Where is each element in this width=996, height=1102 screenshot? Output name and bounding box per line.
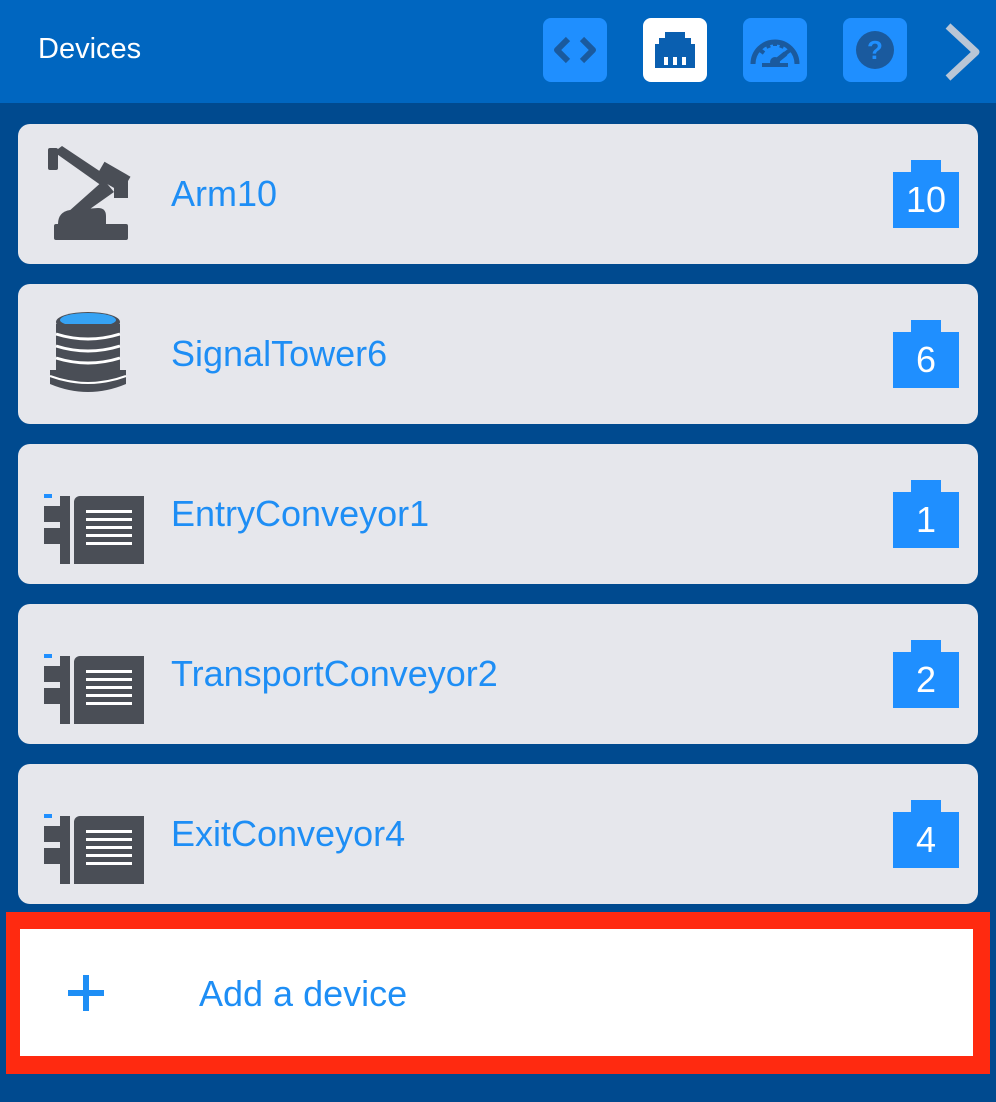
device-card[interactable]: SignalTower6 6 <box>18 284 978 424</box>
devices-view-button[interactable] <box>643 18 707 82</box>
conveyor-icon <box>38 464 156 576</box>
dashboard-view-button[interactable] <box>743 18 807 82</box>
port-badge: 1 <box>893 480 959 548</box>
device-card[interactable]: EntryConveyor1 1 <box>18 444 978 584</box>
port-number: 4 <box>915 819 937 860</box>
conveyor-icon <box>38 784 156 896</box>
network-port-icon <box>655 32 695 68</box>
port-number: 1 <box>915 499 937 540</box>
port-number: 6 <box>915 339 937 380</box>
code-view-button[interactable] <box>543 18 607 82</box>
speedometer-icon <box>750 39 800 67</box>
device-card[interactable]: Arm10 10 <box>18 124 978 264</box>
device-name: TransportConveyor2 <box>171 653 498 694</box>
port-badge: 10 <box>893 160 959 228</box>
device-card[interactable]: TransportConveyor2 2 <box>18 604 978 744</box>
device-name: ExitConveyor4 <box>171 813 406 854</box>
top-bar: Devices ? <box>0 0 996 103</box>
next-button[interactable] <box>940 22 984 82</box>
add-device-button[interactable]: Add a device <box>20 929 973 1056</box>
add-device-label: Add a device <box>199 973 408 1014</box>
code-icon <box>554 36 596 64</box>
device-name: SignalTower6 <box>171 333 388 374</box>
svg-text:?: ? <box>867 35 883 65</box>
plus-icon <box>66 973 106 1013</box>
conveyor-icon <box>38 624 156 736</box>
signal-tower-icon <box>44 304 144 404</box>
device-card[interactable]: ExitConveyor4 4 <box>18 764 978 904</box>
port-number: 10 <box>905 179 947 220</box>
device-name: EntryConveyor1 <box>171 493 430 534</box>
port-badge: 4 <box>893 800 959 868</box>
help-icon: ? <box>856 31 894 69</box>
chevron-right-icon <box>945 23 980 81</box>
page-title: Devices <box>38 33 142 65</box>
help-button[interactable]: ? <box>843 18 907 82</box>
robot-arm-icon <box>44 144 144 244</box>
port-number: 2 <box>915 659 937 700</box>
port-badge: 2 <box>893 640 959 708</box>
device-name: Arm10 <box>171 173 278 214</box>
port-badge: 6 <box>893 320 959 388</box>
